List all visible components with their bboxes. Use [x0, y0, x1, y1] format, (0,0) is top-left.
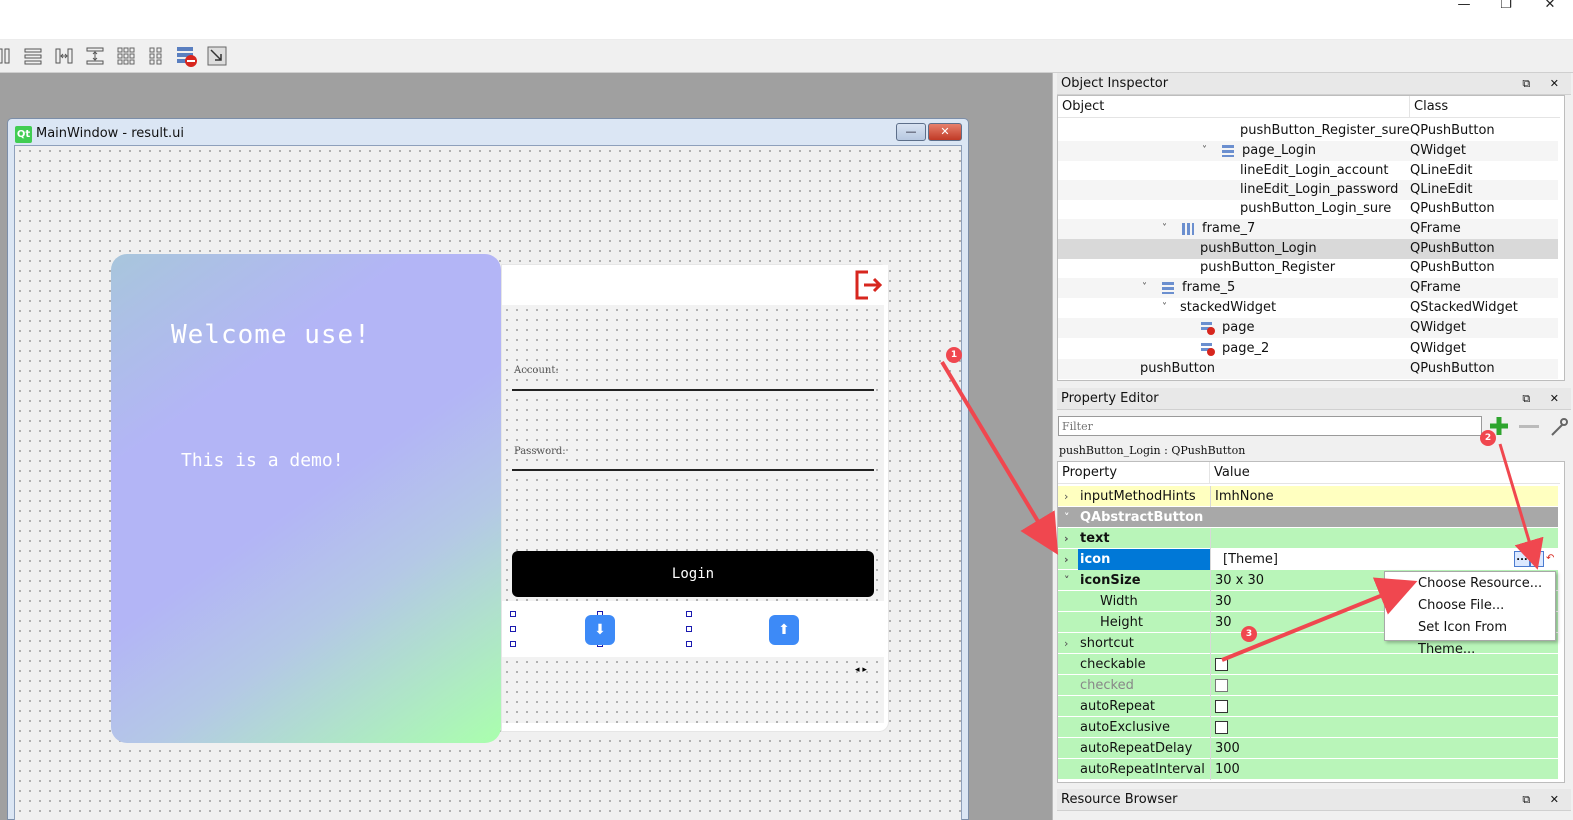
- annotation-arrow-3: [1221, 577, 1418, 662]
- annotation-arrow-2: [1498, 443, 1544, 570]
- annotation-badge-2: 2: [1480, 430, 1496, 446]
- annotation-badge-1: 1: [946, 347, 962, 363]
- annotation-arrow-1: [940, 360, 1059, 555]
- annotation-arrows: [940, 360, 1544, 662]
- annotation-badge-3: 3: [1241, 626, 1257, 642]
